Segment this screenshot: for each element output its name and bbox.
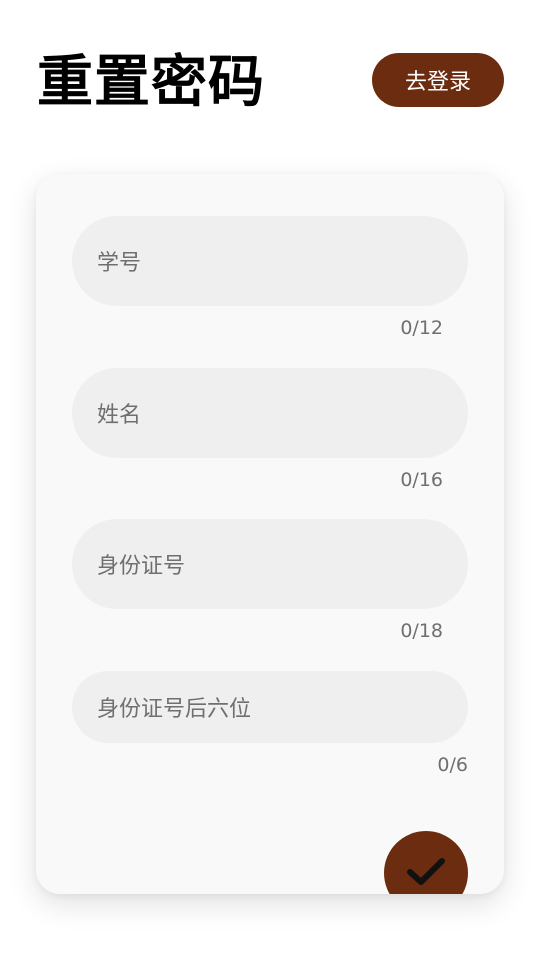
id-card-counter: 0/18 [400, 620, 443, 642]
student-id-field[interactable]: 学号 [72, 216, 468, 306]
id-card-last-six-counter: 0/6 [437, 754, 468, 776]
id-card-last-six-field[interactable]: 身份证号后六位 [72, 671, 468, 743]
page-title: 重置密码 [37, 50, 265, 115]
go-login-button[interactable]: 去登录 [372, 53, 504, 107]
student-id-counter: 0/12 [400, 317, 443, 339]
name-counter: 0/16 [400, 469, 443, 491]
check-icon [407, 858, 445, 885]
id-card-field[interactable]: 身份证号 [72, 519, 468, 609]
reset-form-card: 学号 0/12 姓名 0/16 身份证号 0/18 身份证号后六位 0/6 [36, 174, 504, 894]
submit-button[interactable] [384, 831, 468, 894]
reset-password-screen: 重置密码 去登录 学号 0/12 姓名 0/16 身份证号 0/18 身份证号后… [0, 0, 540, 960]
name-field[interactable]: 姓名 [72, 368, 468, 458]
